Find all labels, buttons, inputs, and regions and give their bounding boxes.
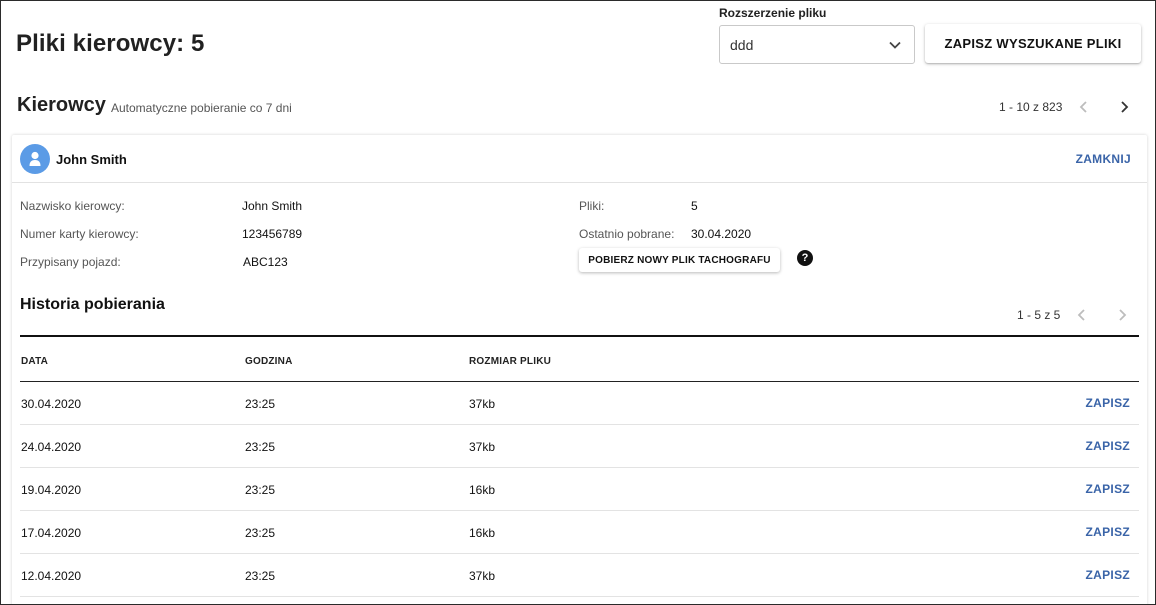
drivers-pager: 1 - 10 z 823	[999, 97, 1134, 117]
vehicle-value: ABC123	[243, 255, 288, 269]
user-icon	[29, 151, 41, 166]
row-size: 16kb	[469, 526, 496, 540]
vehicle-label: Przypisany pojazd:	[20, 255, 121, 269]
row-time: 23:25	[245, 397, 276, 411]
last-downloaded-value: 30.04.2020	[691, 227, 752, 241]
surname-label: Nazwisko kierowcy:	[20, 199, 125, 213]
page-title: Pliki kierowcy: 5	[16, 30, 205, 57]
row-size: 37kb	[469, 440, 496, 454]
driver-card-header[interactable]: John Smith ZAMKNIJ	[12, 135, 1147, 183]
history-prev-page-button[interactable]	[1072, 305, 1092, 325]
driver-card: John Smith ZAMKNIJ Nazwisko kierowcy: Jo…	[12, 135, 1147, 604]
row-save-button[interactable]: ZAPISZ	[1086, 525, 1130, 539]
chevron-left-icon	[1080, 101, 1088, 113]
card-number-label: Numer karty kierowcy:	[20, 227, 139, 241]
row-save-button[interactable]: ZAPISZ	[1086, 396, 1130, 410]
download-history-table: DATA GODZINA ROZMIAR PLIKU 30.04.2020 23…	[20, 335, 1139, 597]
surname-value: John Smith	[242, 199, 303, 213]
table-row: 30.04.2020 23:25 37kb ZAPISZ	[20, 382, 1139, 425]
table-row: 12.04.2020 23:25 37kb ZAPISZ	[20, 554, 1139, 597]
row-date: 30.04.2020	[21, 397, 82, 411]
history-next-page-button[interactable]	[1112, 305, 1132, 325]
avatar	[20, 144, 50, 174]
table-row: 17.04.2020 23:25 16kb ZAPISZ	[20, 511, 1139, 554]
column-header-time[interactable]: GODZINA	[245, 356, 293, 367]
drivers-next-page-button[interactable]	[1114, 97, 1134, 117]
row-save-button[interactable]: ZAPISZ	[1086, 439, 1130, 453]
card-number-value: 123456789	[242, 227, 303, 241]
chevron-right-icon	[1119, 309, 1127, 321]
download-tachograph-file-button[interactable]: POBIERZ NOWY PLIK TACHOGRAFU	[579, 248, 780, 272]
close-button[interactable]: ZAMKNIJ	[1076, 152, 1131, 166]
drivers-section-subtitle: Automatyczne pobieranie co 7 dni	[111, 101, 292, 115]
extension-label: Rozszerzenie pliku	[719, 6, 827, 20]
row-size: 16kb	[469, 483, 496, 497]
row-save-button[interactable]: ZAPISZ	[1086, 482, 1130, 496]
drivers-prev-page-button[interactable]	[1074, 97, 1094, 117]
row-time: 23:25	[245, 483, 276, 497]
app-window: Pliki kierowcy: 5 Rozszerzenie pliku ddd…	[0, 0, 1156, 605]
row-save-button[interactable]: ZAPISZ	[1086, 568, 1130, 582]
extension-select[interactable]: ddd	[719, 25, 915, 64]
history-pager: 1 - 5 z 5	[1017, 305, 1132, 325]
drivers-section-title: Kierowcy	[17, 94, 106, 116]
driver-name: John Smith	[56, 152, 127, 167]
extension-select-value: ddd	[730, 36, 754, 53]
row-date: 12.04.2020	[21, 569, 82, 583]
files-value: 5	[691, 199, 698, 213]
table-header-row: DATA GODZINA ROZMIAR PLIKU	[20, 337, 1139, 382]
column-header-size[interactable]: ROZMIAR PLIKU	[469, 356, 551, 367]
chevron-right-icon	[1121, 101, 1129, 113]
column-header-date[interactable]: DATA	[21, 356, 48, 367]
row-size: 37kb	[469, 569, 496, 583]
row-date: 19.04.2020	[21, 483, 82, 497]
chevron-left-icon	[1078, 309, 1085, 321]
table-row: 19.04.2020 23:25 16kb ZAPISZ	[20, 468, 1139, 511]
row-time: 23:25	[245, 526, 276, 540]
row-date: 24.04.2020	[21, 440, 82, 454]
last-downloaded-label: Ostatnio pobrane:	[579, 227, 675, 241]
save-found-files-button[interactable]: ZAPISZ WYSZUKANE PLIKI	[925, 24, 1141, 63]
row-date: 17.04.2020	[21, 526, 82, 540]
table-row: 24.04.2020 23:25 37kb ZAPISZ	[20, 425, 1139, 468]
drivers-pager-range: 1 - 10 z 823	[999, 100, 1063, 114]
files-label: Pliki:	[579, 199, 605, 213]
help-icon[interactable]: ?	[797, 250, 813, 266]
row-time: 23:25	[245, 569, 276, 583]
history-title: Historia pobierania	[20, 296, 165, 313]
row-time: 23:25	[245, 440, 276, 454]
chevron-down-icon	[889, 41, 901, 49]
row-size: 37kb	[469, 397, 496, 411]
history-pager-range: 1 - 5 z 5	[1017, 308, 1061, 322]
